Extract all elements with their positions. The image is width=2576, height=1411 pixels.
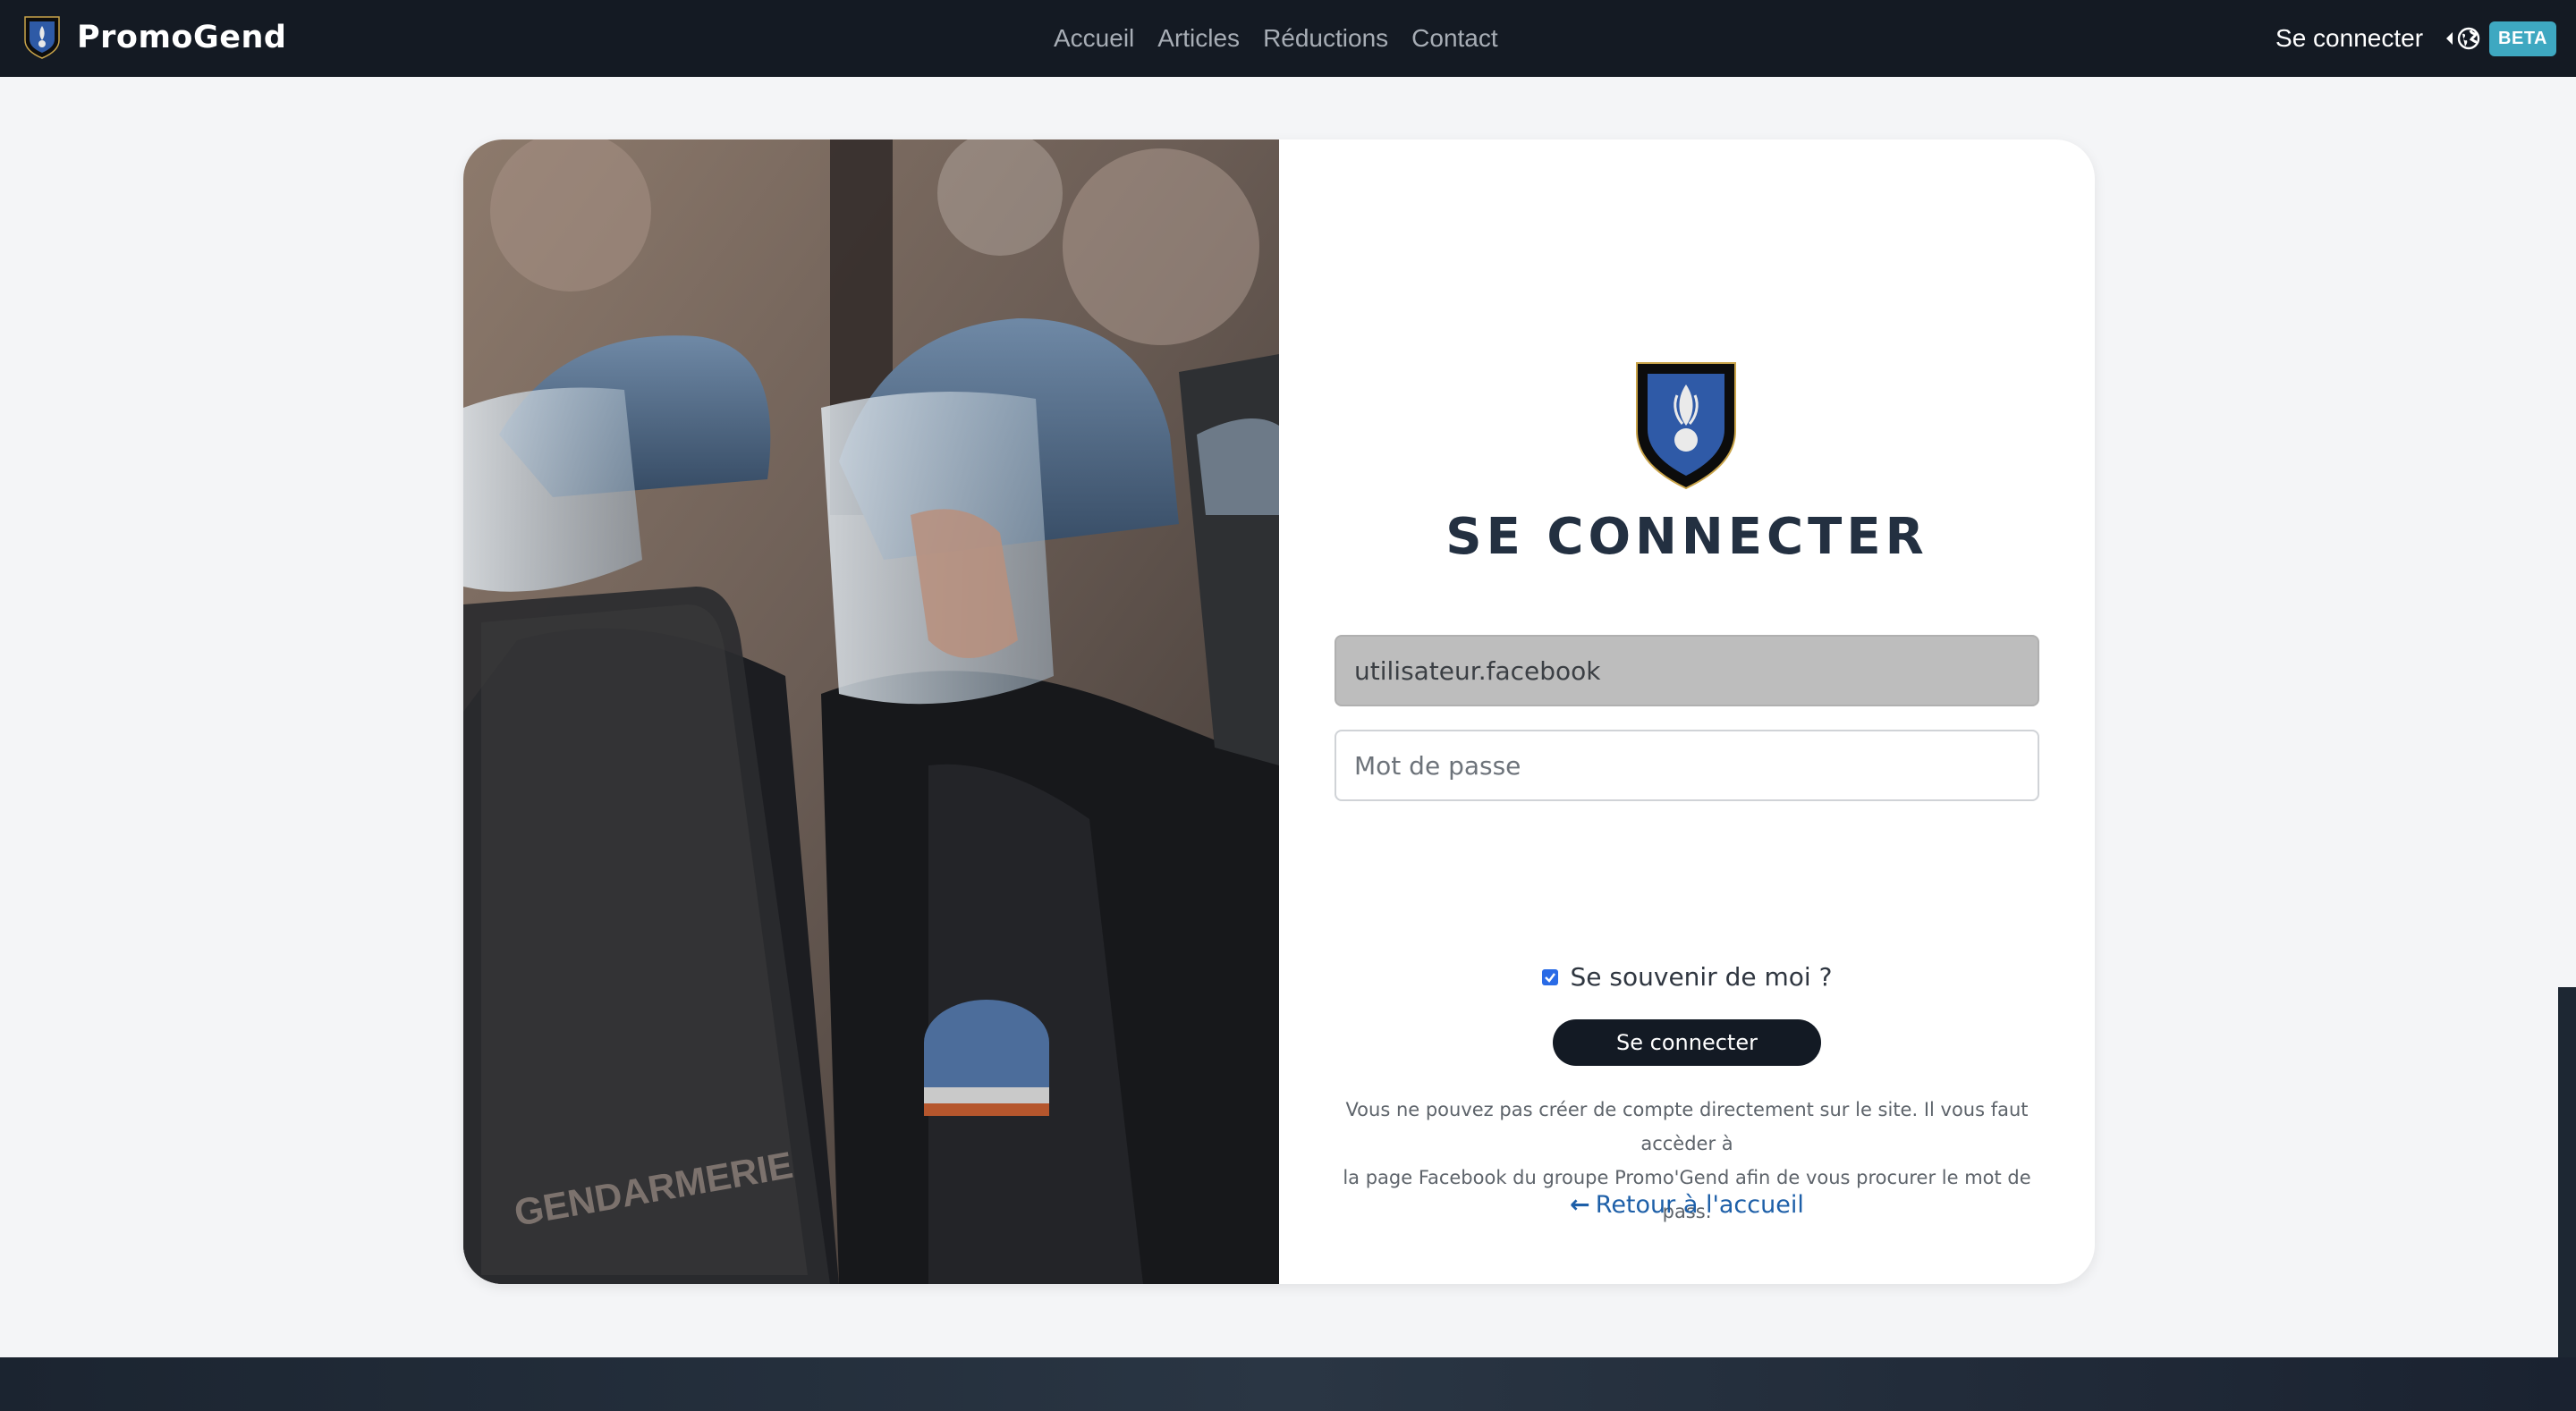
login-form: SE CONNECTER utilisateur.facebook Mot de… bbox=[1279, 139, 2095, 1284]
brand[interactable]: PromoGend bbox=[23, 15, 286, 60]
nav-link-accueil[interactable]: Accueil bbox=[1054, 24, 1134, 53]
check-icon bbox=[1544, 972, 1555, 983]
login-title: SE CONNECTER bbox=[1445, 508, 1928, 566]
remember-me[interactable]: Se souvenir de moi ? bbox=[1279, 962, 2095, 992]
back-home-link[interactable]: ← Retour à l'accueil bbox=[1279, 1191, 2095, 1219]
back-home-label: Retour à l'accueil bbox=[1595, 1191, 1804, 1219]
language-selector[interactable] bbox=[2446, 27, 2480, 50]
username-field[interactable]: utilisateur.facebook bbox=[1335, 635, 2039, 706]
nav-right: Se connecter BETA bbox=[2275, 0, 2556, 77]
side-panel-edge bbox=[2558, 987, 2576, 1411]
nav-link-contact[interactable]: Contact bbox=[1411, 24, 1498, 53]
footer bbox=[0, 1357, 2576, 1411]
nav-link-articles[interactable]: Articles bbox=[1157, 24, 1240, 53]
gendarmerie-crest-icon bbox=[24, 16, 60, 59]
arrow-left-icon: ← bbox=[1570, 1191, 1590, 1219]
info-line-1: Vous ne pouvez pas créer de compte direc… bbox=[1345, 1099, 2029, 1154]
caret-left-icon bbox=[2446, 32, 2453, 45]
nav-link-reductions[interactable]: Réductions bbox=[1263, 24, 1388, 53]
gendarmes-photo: GENDARMERIE bbox=[463, 139, 1279, 1284]
login-card: GENDARMERIE SE CONNECTER utilisateur.fac… bbox=[463, 139, 2095, 1284]
riot-police-image: GENDARMERIE bbox=[463, 139, 1279, 1284]
top-navbar: PromoGend Accueil Articles Réductions Co… bbox=[0, 0, 2576, 77]
brand-name: PromoGend bbox=[77, 20, 287, 55]
password-field[interactable]: Mot de passe bbox=[1335, 730, 2039, 801]
beta-badge: BETA bbox=[2489, 21, 2556, 56]
globe-icon bbox=[2457, 27, 2480, 50]
remember-checkbox[interactable] bbox=[1541, 968, 1558, 985]
main-nav: Accueil Articles Réductions Contact bbox=[1054, 0, 1498, 77]
remember-label: Se souvenir de moi ? bbox=[1570, 962, 1833, 992]
gendarmerie-grenade-crest-icon bbox=[1636, 362, 1736, 490]
login-button[interactable]: Se connecter bbox=[1553, 1019, 1821, 1066]
nav-login-link[interactable]: Se connecter bbox=[2275, 24, 2423, 53]
